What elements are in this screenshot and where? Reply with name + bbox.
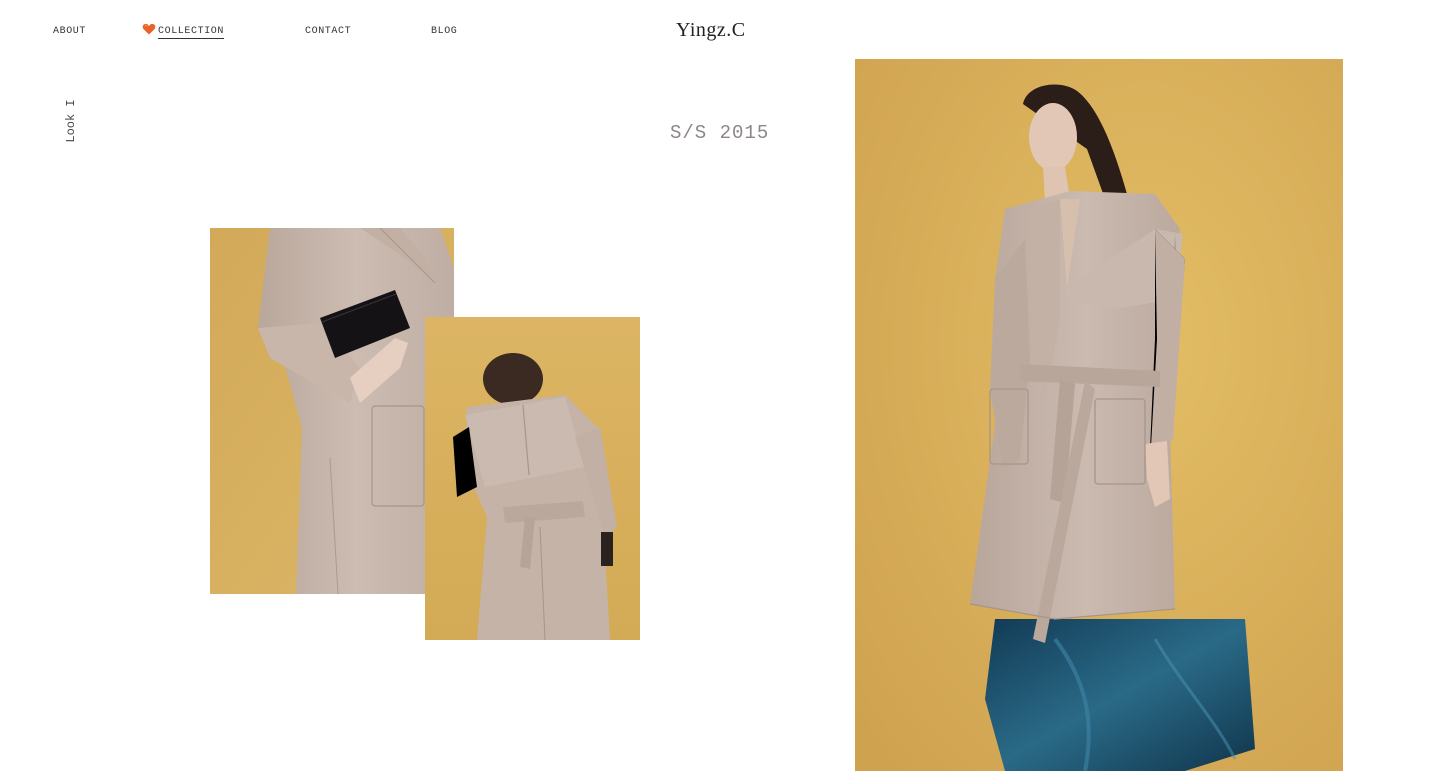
coat-front-detail-image	[210, 228, 454, 594]
full-look-photo[interactable]	[855, 59, 1343, 771]
heart-icon	[142, 23, 156, 35]
nav-collection-link[interactable]: COLLECTION	[142, 23, 225, 39]
coat-back-image	[425, 317, 640, 640]
brand-logo[interactable]: Yingz.C	[676, 19, 746, 42]
nav-about-link[interactable]: ABOUT	[53, 26, 86, 37]
look-label: Look I	[64, 94, 78, 148]
season-label: S/S 2015	[670, 122, 770, 144]
nav-blog-link[interactable]: BLOG	[431, 26, 457, 37]
nav-contact-label: CONTACT	[305, 26, 352, 37]
nav-about-label: ABOUT	[53, 26, 87, 37]
coat-back-photo[interactable]	[425, 317, 640, 640]
nav-contact-link[interactable]: CONTACT	[305, 26, 351, 37]
nav-blog-label: BLOG	[431, 26, 458, 37]
full-look-image	[855, 59, 1343, 771]
nav-collection-label: COLLECTION	[158, 26, 225, 39]
coat-front-detail-photo[interactable]	[210, 228, 454, 594]
look-label-text: Look I	[64, 99, 78, 143]
